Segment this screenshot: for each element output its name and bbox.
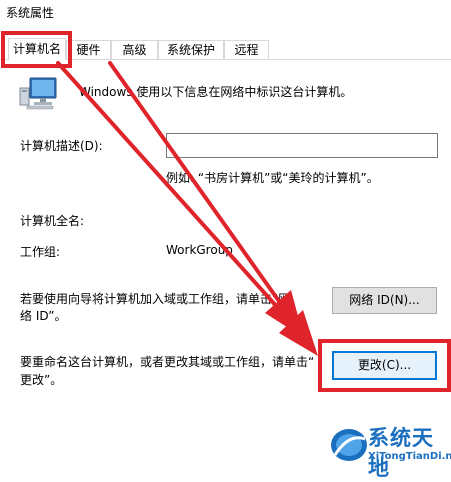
workgroup-label: 工作组: <box>20 245 61 259</box>
tab-hardware[interactable]: 硬件 <box>66 40 111 59</box>
annotation-arrow <box>56 61 318 356</box>
window-title: 系统属性 <box>6 6 55 20</box>
tab-advanced[interactable]: 高级 <box>111 40 158 59</box>
rename-text-line1: 要重命名这台计算机，或者更改其域或工作组，请单击“ <box>20 355 315 369</box>
description-example: 例如: “书房计算机”或“美玲的计算机”。 <box>166 171 379 185</box>
computer-icon <box>19 77 57 110</box>
network-id-button[interactable]: 网络 ID(N)... <box>332 287 437 314</box>
workgroup-value: WorkGroup <box>166 243 233 257</box>
network-id-text-line1: 若要使用向导将计算机加入域或工作组，请单击“网 <box>20 292 291 306</box>
tab-system-protection[interactable]: 系统保护 <box>158 40 224 59</box>
highlight-box-tab <box>1 31 72 68</box>
description-label: 计算机描述(D): <box>20 139 103 153</box>
tab-remote[interactable]: 远程 <box>224 40 269 59</box>
network-id-text-line2: 络 ID”。 <box>20 309 67 323</box>
rename-text-line2: 更改”。 <box>20 373 63 387</box>
intro-text: Windows 使用以下信息在网络中标识这台计算机。 <box>79 85 353 99</box>
highlight-box-change-button <box>318 339 451 392</box>
description-input[interactable] <box>166 133 438 158</box>
watermark-url: XiTongTianDi.net <box>368 451 451 462</box>
full-name-label: 计算机全名: <box>20 214 85 228</box>
